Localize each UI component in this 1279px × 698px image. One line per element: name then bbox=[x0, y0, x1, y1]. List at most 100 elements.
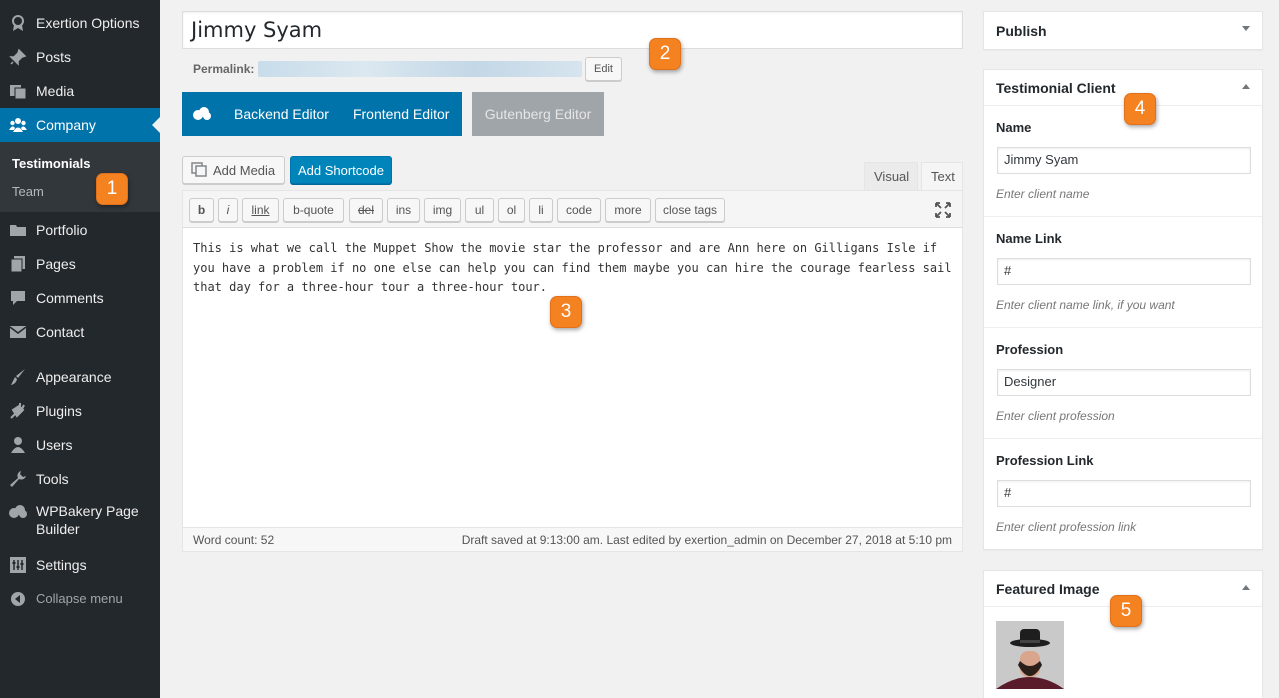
sidebar-item-label: Company bbox=[36, 117, 96, 133]
sidebar-item-pages[interactable]: Pages bbox=[0, 247, 160, 281]
qt-code-button[interactable]: code bbox=[557, 198, 601, 222]
add-shortcode-button[interactable]: Add Shortcode bbox=[290, 156, 392, 184]
add-media-label: Add Media bbox=[213, 162, 276, 178]
toggle-up-icon[interactable] bbox=[1242, 84, 1250, 89]
collapse-menu-label: Collapse menu bbox=[36, 591, 123, 606]
field-description: Enter client name link, if you want bbox=[996, 298, 1175, 312]
qt-close-tags-button[interactable]: close tags bbox=[655, 198, 725, 222]
pages-icon bbox=[0, 255, 36, 273]
award-icon bbox=[0, 14, 36, 32]
sidebar-item-settings[interactable]: Settings bbox=[0, 548, 160, 582]
publish-panel-title: Publish bbox=[996, 22, 1047, 39]
qt-ol-button[interactable]: ol bbox=[498, 198, 525, 222]
word-count: Word count: 52 bbox=[193, 533, 275, 547]
field-description: Enter client profession bbox=[996, 409, 1115, 423]
permalink-label: Permalink: bbox=[193, 62, 255, 76]
client-name-field: Name Jimmy Syam Enter client name bbox=[984, 106, 1262, 217]
featured-image-thumbnail[interactable] bbox=[996, 621, 1064, 689]
sidebar-item-posts[interactable]: Posts bbox=[0, 40, 160, 74]
client-profession-link-input[interactable]: # bbox=[997, 480, 1251, 507]
backend-editor-button[interactable]: Backend Editor bbox=[222, 106, 341, 122]
sidebar-item-tools[interactable]: Tools bbox=[0, 462, 160, 496]
user-icon bbox=[0, 436, 36, 454]
gutenberg-editor-button[interactable]: Gutenberg Editor bbox=[472, 92, 604, 136]
quicktags-toolbar: b i link b-quote del ins img ul ol li co… bbox=[183, 191, 962, 228]
editor-status-bar: Word count: 52 Draft saved at 9:13:00 am… bbox=[183, 527, 962, 551]
client-name-input[interactable]: Jimmy Syam bbox=[997, 147, 1251, 174]
toggle-up-icon[interactable] bbox=[1242, 585, 1250, 590]
sidebar-item-label: WPBakery Page Builder bbox=[36, 503, 139, 537]
qt-bold-button[interactable]: b bbox=[189, 198, 214, 222]
admin-sidebar: Exertion Options Posts Media Company Tes… bbox=[0, 0, 160, 698]
submenu-item-team[interactable]: Team bbox=[12, 184, 44, 199]
qt-li-button[interactable]: li bbox=[529, 198, 553, 222]
content-textarea[interactable]: This is what we call the Muppet Show the… bbox=[193, 239, 953, 298]
sidebar-item-users[interactable]: Users bbox=[0, 428, 160, 462]
qt-link-button[interactable]: link bbox=[242, 198, 279, 222]
folder-icon bbox=[0, 221, 36, 239]
wpbakery-editor-switch: Backend Editor Frontend Editor bbox=[182, 92, 462, 136]
frontend-editor-button[interactable]: Frontend Editor bbox=[341, 106, 462, 122]
sidebar-item-label: Tools bbox=[36, 471, 69, 487]
tab-text[interactable]: Text bbox=[921, 162, 963, 190]
sidebar-item-wpbakery[interactable]: WPBakery Page Builder bbox=[0, 496, 160, 540]
badge-1: 1 bbox=[96, 173, 128, 205]
post-title-input[interactable]: Jimmy Syam bbox=[182, 11, 963, 49]
sidebar-item-label: Plugins bbox=[36, 403, 82, 419]
permalink-url-blurred[interactable] bbox=[258, 61, 582, 77]
badge-3: 3 bbox=[550, 296, 582, 328]
submenu-item-testimonials[interactable]: Testimonials bbox=[12, 156, 91, 171]
sidebar-item-exertion-options[interactable]: Exertion Options bbox=[0, 6, 160, 40]
field-label: Profession bbox=[996, 342, 1064, 357]
qt-more-button[interactable]: more bbox=[605, 198, 651, 222]
qt-ul-button[interactable]: ul bbox=[465, 198, 494, 222]
wrench-icon bbox=[0, 470, 36, 488]
qt-ins-button[interactable]: ins bbox=[387, 198, 420, 222]
qt-del-button[interactable]: del bbox=[349, 198, 383, 222]
sidebar-item-contact[interactable]: Contact bbox=[0, 315, 160, 349]
client-profession-field: Profession Designer Enter client profess… bbox=[984, 328, 1262, 439]
qt-img-button[interactable]: img bbox=[424, 198, 461, 222]
testimonial-client-title: Testimonial Client bbox=[996, 79, 1116, 96]
field-label: Name Link bbox=[996, 231, 1062, 246]
comment-icon bbox=[0, 289, 36, 307]
draft-status: Draft saved at 9:13:00 am. Last edited b… bbox=[461, 533, 952, 547]
collapse-menu-button[interactable]: Collapse menu bbox=[0, 582, 160, 616]
badge-4: 4 bbox=[1124, 93, 1156, 125]
company-submenu: Testimonials Team bbox=[0, 142, 160, 212]
client-name-link-field: Name Link # Enter client name link, if y… bbox=[984, 217, 1262, 328]
text-editor: b i link b-quote del ins img ul ol li co… bbox=[182, 190, 963, 552]
publish-panel-header[interactable]: Publish bbox=[984, 12, 1262, 49]
sidebar-item-company[interactable]: Company bbox=[0, 108, 160, 142]
pin-icon bbox=[0, 48, 36, 66]
qt-italic-button[interactable]: i bbox=[218, 198, 238, 222]
toggle-down-icon[interactable] bbox=[1242, 26, 1250, 31]
featured-image-panel: Featured Image bbox=[983, 570, 1263, 698]
client-profession-input[interactable]: Designer bbox=[997, 369, 1251, 396]
sidebar-item-label: Settings bbox=[36, 557, 87, 573]
sidebar-item-portfolio[interactable]: Portfolio bbox=[0, 213, 160, 247]
permalink-edit-button[interactable]: Edit bbox=[585, 57, 622, 81]
field-description: Enter client profession link bbox=[996, 520, 1137, 534]
client-name-link-input[interactable]: # bbox=[997, 258, 1251, 285]
badge-5: 5 bbox=[1110, 595, 1142, 627]
sidebar-item-comments[interactable]: Comments bbox=[0, 281, 160, 315]
sidebar-item-plugins[interactable]: Plugins bbox=[0, 394, 160, 428]
qt-bquote-button[interactable]: b-quote bbox=[283, 198, 344, 222]
sidebar-item-label: Posts bbox=[36, 49, 72, 65]
media-icon bbox=[0, 82, 36, 100]
plugin-icon bbox=[0, 402, 36, 420]
cloud-icon bbox=[0, 502, 36, 520]
tab-visual[interactable]: Visual bbox=[864, 162, 918, 190]
testimonial-client-header[interactable]: Testimonial Client bbox=[984, 70, 1262, 106]
sidebar-item-label: Contact bbox=[36, 324, 85, 340]
sidebar-item-label: Media bbox=[36, 83, 75, 99]
fullscreen-icon[interactable] bbox=[934, 201, 952, 219]
add-media-button[interactable]: Add Media bbox=[182, 156, 285, 184]
sidebar-item-label: Appearance bbox=[36, 369, 112, 385]
sidebar-item-appearance[interactable]: Appearance bbox=[0, 360, 160, 394]
sidebar-item-label: Pages bbox=[36, 256, 76, 272]
sidebar-item-label: Portfolio bbox=[36, 222, 88, 238]
sidebar-item-media[interactable]: Media bbox=[0, 74, 160, 108]
settings-icon bbox=[0, 556, 36, 574]
